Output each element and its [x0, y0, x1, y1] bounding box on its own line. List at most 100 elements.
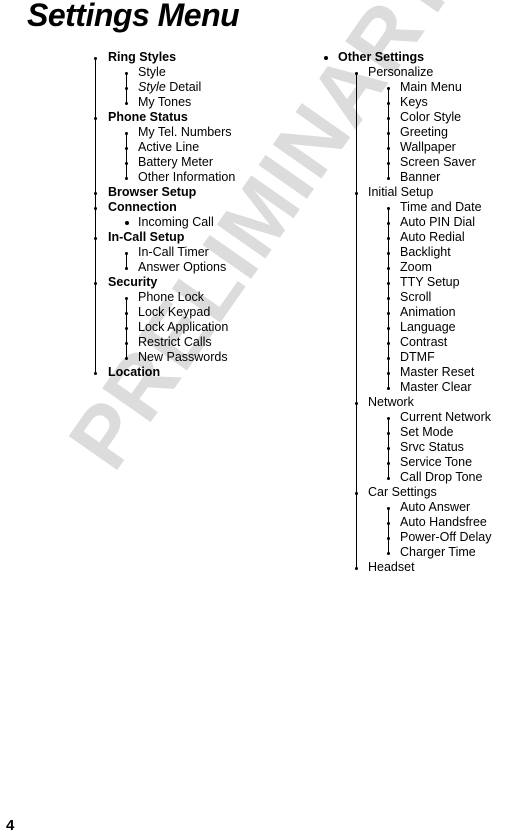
menu-item-label: Car Settings — [368, 485, 437, 499]
menu-item-level-3[interactable]: Auto Answer — [320, 500, 505, 515]
menu-item-level-3[interactable]: TTY Setup — [320, 275, 505, 290]
menu-item-label: Set Mode — [400, 425, 454, 439]
menu-item-level-3[interactable]: Backlight — [320, 245, 505, 260]
menu-item-level-3[interactable]: Master Clear — [320, 380, 505, 395]
menu-item-label: Browser Setup — [108, 185, 197, 199]
menu-item-label: Auto Redial — [400, 230, 465, 244]
menu-item-level-2[interactable]: Style Detail — [90, 80, 305, 95]
menu-item-level-2[interactable]: In-Call Timer — [90, 245, 305, 260]
menu-item-label: Headset — [368, 560, 415, 574]
menu-item-label: Personalize — [368, 65, 434, 79]
menu-item-level-1[interactable]: In-Call Setup — [90, 230, 305, 245]
menu-item-level-2[interactable]: Headset — [320, 560, 505, 575]
menu-item-level-2[interactable]: Restrict Calls — [90, 335, 305, 350]
tree-connector-line — [388, 508, 389, 553]
menu-item-level-2[interactable]: My Tones — [90, 95, 305, 110]
menu-item-level-3[interactable]: Auto Handsfree — [320, 515, 505, 530]
menu-item-label: Auto Handsfree — [400, 515, 487, 529]
menu-item-level-3[interactable]: Master Reset — [320, 365, 505, 380]
menu-item-level-1[interactable]: Other Settings — [320, 50, 505, 65]
menu-item-label: Call Drop Tone — [400, 470, 483, 484]
menu-item-level-1[interactable]: Connection — [90, 200, 305, 215]
bullet-icon — [324, 56, 328, 60]
menu-item-level-1[interactable]: Ring Styles — [90, 50, 305, 65]
menu-item-level-3[interactable]: Time and Date — [320, 200, 505, 215]
menu-item-label: Wallpaper — [400, 140, 456, 154]
menu-item-level-3[interactable]: Auto PIN Dial — [320, 215, 505, 230]
menu-item-label: Phone Status — [108, 110, 188, 124]
menu-item-label: Ring Styles — [108, 50, 177, 64]
menu-item-level-2[interactable]: Phone Lock — [90, 290, 305, 305]
menu-item-label: In-Call Setup — [108, 230, 185, 244]
tree-connector-line — [388, 418, 389, 478]
menu-item-level-3[interactable]: Color Style — [320, 110, 505, 125]
menu-item-level-1[interactable]: Phone Status — [90, 110, 305, 125]
menu-item-level-3[interactable]: Zoom — [320, 260, 505, 275]
menu-item-level-3[interactable]: Main Menu — [320, 80, 505, 95]
menu-item-label: In-Call Timer — [138, 245, 209, 259]
menu-item-label: DTMF — [400, 350, 435, 364]
tree-connector-line — [388, 208, 389, 388]
menu-item-level-2[interactable]: Initial Setup — [320, 185, 505, 200]
menu-item-level-3[interactable]: Charger Time — [320, 545, 505, 560]
tree-connector-line — [126, 298, 127, 358]
menu-item-level-2[interactable]: Battery Meter — [90, 155, 305, 170]
menu-item-label: My Tones — [138, 95, 192, 109]
menu-item-level-3[interactable]: Call Drop Tone — [320, 470, 505, 485]
menu-item-label: Animation — [400, 305, 456, 319]
menu-item-label: Initial Setup — [368, 185, 434, 199]
menu-item-label: New Passwords — [138, 350, 228, 364]
menu-item-level-2[interactable]: Personalize — [320, 65, 505, 80]
menu-item-level-3[interactable]: Set Mode — [320, 425, 505, 440]
menu-item-label: Answer Options — [138, 260, 227, 274]
menu-item-label: TTY Setup — [400, 275, 460, 289]
menu-item-level-2[interactable]: Lock Application — [90, 320, 305, 335]
menu-item-level-2[interactable]: Answer Options — [90, 260, 305, 275]
menu-item-label: Zoom — [400, 260, 432, 274]
menu-item-level-3[interactable]: Greeting — [320, 125, 505, 140]
menu-item-level-3[interactable]: Current Network — [320, 410, 505, 425]
menu-item-level-3[interactable]: DTMF — [320, 350, 505, 365]
menu-tree-left: Ring Styles Style Style Detail My Tones Phon… — [90, 50, 305, 380]
menu-item-level-2[interactable]: Other Information — [90, 170, 305, 185]
menu-item-level-2[interactable]: Network — [320, 395, 505, 410]
menu-item-level-1[interactable]: Security — [90, 275, 305, 290]
menu-item-label: Scroll — [400, 290, 432, 304]
menu-item-label: Auto Answer — [400, 500, 471, 514]
menu-item-level-2[interactable]: Lock Keypad — [90, 305, 305, 320]
menu-item-level-3[interactable]: Language — [320, 320, 505, 335]
menu-item-label: Battery Meter — [138, 155, 214, 169]
menu-item-label: Auto PIN Dial — [400, 215, 476, 229]
menu-item-level-2[interactable]: Car Settings — [320, 485, 505, 500]
menu-item-level-2[interactable]: New Passwords — [90, 350, 305, 365]
menu-item-level-2[interactable]: Incoming Call — [90, 215, 305, 230]
menu-item-level-3[interactable]: Contrast — [320, 335, 505, 350]
menu-item-level-3[interactable]: Keys — [320, 95, 505, 110]
tree-connector-line — [95, 58, 96, 373]
page-number: 4 — [6, 817, 15, 834]
menu-column-left: Ring Styles Style Style Detail My Tones Phon… — [90, 50, 305, 380]
menu-item-level-3[interactable]: Srvc Status — [320, 440, 505, 455]
menu-item-level-3[interactable]: Service Tone — [320, 455, 505, 470]
menu-item-level-1[interactable]: Browser Setup — [90, 185, 305, 200]
tree-connector-line — [126, 73, 127, 103]
menu-item-level-3[interactable]: Screen Saver — [320, 155, 505, 170]
menu-item-label: Time and Date — [400, 200, 482, 214]
menu-item-level-2[interactable]: Style — [90, 65, 305, 80]
menu-item-label: Restrict Calls — [138, 335, 212, 349]
menu-item-level-3[interactable]: Wallpaper — [320, 140, 505, 155]
menu-item-label: Connection — [108, 200, 177, 214]
menu-item-level-3[interactable]: Auto Redial — [320, 230, 505, 245]
menu-item-level-3[interactable]: Power-Off Delay — [320, 530, 505, 545]
menu-item-level-3[interactable]: Animation — [320, 305, 505, 320]
menu-item-label: Contrast — [400, 335, 448, 349]
menu-item-level-3[interactable]: Banner — [320, 170, 505, 185]
menu-item-level-3[interactable]: Scroll — [320, 290, 505, 305]
menu-item-label: Style Detail — [138, 80, 202, 94]
menu-item-level-1[interactable]: Location — [90, 365, 305, 380]
menu-item-label: Security — [108, 275, 158, 289]
menu-item-level-2[interactable]: Active Line — [90, 140, 305, 155]
menu-item-label: Location — [108, 365, 161, 379]
menu-item-label: Active Line — [138, 140, 200, 154]
menu-item-level-2[interactable]: My Tel. Numbers — [90, 125, 305, 140]
